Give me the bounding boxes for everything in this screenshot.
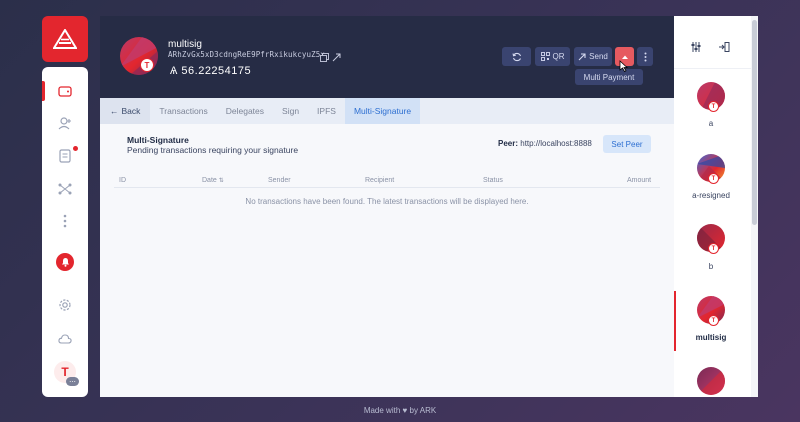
network-icon: [58, 183, 72, 195]
sidebar-scrollbar-thumb[interactable]: [752, 20, 757, 225]
transfer-icon: [59, 149, 71, 163]
set-peer-button[interactable]: Set Peer: [603, 135, 651, 153]
cloud-icon: [58, 334, 72, 344]
profile-more-badge[interactable]: ...: [66, 375, 79, 386]
explorer-link-button[interactable]: [332, 49, 341, 67]
tab-multi-signature[interactable]: Multi-Signature: [344, 98, 421, 124]
wallet-label-b[interactable]: b: [674, 262, 748, 271]
sidebar-filter-button[interactable]: [690, 40, 702, 58]
kebab-icon: [644, 52, 646, 61]
active-wallet-indicator: [674, 291, 676, 351]
back-arrow-icon: ←: [110, 106, 119, 116]
link-icon: [332, 53, 341, 62]
nav-active-indicator: [42, 81, 45, 101]
peer-info: Peer: http://localhost:8888: [498, 139, 592, 148]
tab-sign[interactable]: Sign: [273, 98, 308, 124]
send-arrow-icon: [578, 52, 586, 60]
wallet-label-a[interactable]: a: [674, 119, 748, 128]
wallet-type-badge: T: [140, 58, 154, 72]
peer-label: Peer:: [498, 139, 519, 148]
set-peer-label: Set Peer: [611, 139, 643, 149]
wallet-badge-letter: T: [144, 60, 150, 70]
left-navigation: T ...: [42, 67, 88, 397]
column-header-amount[interactable]: Amount: [627, 177, 651, 184]
mouse-cursor-icon: [619, 59, 629, 77]
sidebar-divider: [674, 68, 758, 69]
nav-more[interactable]: [55, 211, 75, 231]
wallet-icon: [58, 86, 72, 97]
ark-logo[interactable]: [42, 16, 88, 62]
wallet-sidebar: T a T a-resigned T b T multisig: [674, 16, 758, 397]
footer-suffix: by ARK: [409, 406, 437, 415]
wallet-badge: T: [708, 315, 719, 326]
back-label: Back: [121, 106, 141, 116]
header-more-button[interactable]: [637, 47, 653, 66]
nav-transactions[interactable]: [55, 146, 75, 166]
copy-address-button[interactable]: [320, 49, 329, 67]
sidebar-import-button[interactable]: [718, 40, 730, 58]
wallet-label-a-resigned[interactable]: a-resigned: [674, 191, 748, 200]
peer-value: http://localhost:8888: [520, 139, 592, 148]
copy-icon: [320, 53, 329, 62]
wallet-badge: T: [708, 173, 719, 184]
column-header-id[interactable]: ID: [119, 177, 126, 184]
refresh-button[interactable]: [502, 47, 531, 66]
tab-delegates[interactable]: Delegates: [217, 98, 273, 124]
nav-wallets[interactable]: [55, 81, 75, 101]
multisig-title: Multi-Signature: [127, 135, 189, 145]
column-header-status[interactable]: Status: [483, 177, 503, 184]
wallet-tabs: ← Back Transactions Delegates Sign IPFS …: [100, 98, 674, 124]
column-header-sender[interactable]: Sender: [268, 177, 291, 184]
sort-icon: ⇅: [218, 178, 224, 184]
heart-icon: ♥: [402, 406, 408, 415]
main-content: ← Back Transactions Delegates Sign IPFS …: [100, 98, 674, 397]
wallet-badge: T: [708, 101, 719, 112]
qr-button[interactable]: QR: [535, 47, 570, 66]
refresh-icon: [512, 52, 521, 61]
send-button[interactable]: Send: [574, 47, 612, 66]
avatar-pattern: [697, 367, 725, 395]
footer-prefix: Made with: [363, 406, 401, 415]
nav-cloud[interactable]: [55, 329, 75, 349]
wallet-avatar-next[interactable]: [697, 367, 725, 395]
qr-label: QR: [552, 52, 565, 61]
ark-logo-icon: [53, 29, 77, 49]
footer: Made with ♥ by ARK: [0, 406, 800, 415]
back-button[interactable]: ← Back: [100, 98, 151, 124]
wallet-name: multisig: [168, 39, 202, 50]
column-header-date[interactable]: Date ⇅: [202, 177, 224, 184]
column-header-recipient[interactable]: Recipient: [365, 177, 394, 184]
date-header-label: Date: [202, 177, 217, 184]
wallet-label-multisig[interactable]: multisig: [674, 333, 748, 342]
wallet-address: ARhZvGx5xD3cdngReE9PfrRxikukcyuZ5x: [168, 50, 325, 59]
multisig-subtitle: Pending transactions requiring your sign…: [127, 145, 299, 155]
contacts-icon: [58, 117, 71, 130]
profile-more-text: ...: [69, 375, 76, 384]
tab-transactions[interactable]: Transactions: [150, 98, 216, 124]
notifications-button[interactable]: [56, 253, 74, 271]
empty-table-message: No transactions have been found. The lat…: [245, 197, 529, 206]
import-icon: [719, 42, 730, 52]
nav-contacts[interactable]: [55, 113, 75, 133]
sliders-icon: [691, 42, 701, 52]
qr-icon: [540, 52, 550, 61]
gear-icon: [59, 299, 71, 311]
bell-icon: [61, 258, 69, 267]
wallet-badge: T: [708, 243, 719, 254]
nav-settings[interactable]: [55, 295, 75, 315]
nav-network[interactable]: [55, 179, 75, 199]
wallet-header: T multisig ARhZvGx5xD3cdngReE9PfrRxikukc…: [100, 16, 674, 98]
send-label: Send: [589, 52, 608, 61]
tab-ipfs[interactable]: IPFS: [308, 98, 345, 124]
multi-payment-button[interactable]: Multi Payment: [575, 69, 643, 85]
table-divider: [114, 187, 660, 188]
wallet-balance: Ѧ 56.22254175: [170, 65, 252, 77]
notification-dot: [73, 146, 78, 151]
more-icon: [63, 214, 67, 228]
